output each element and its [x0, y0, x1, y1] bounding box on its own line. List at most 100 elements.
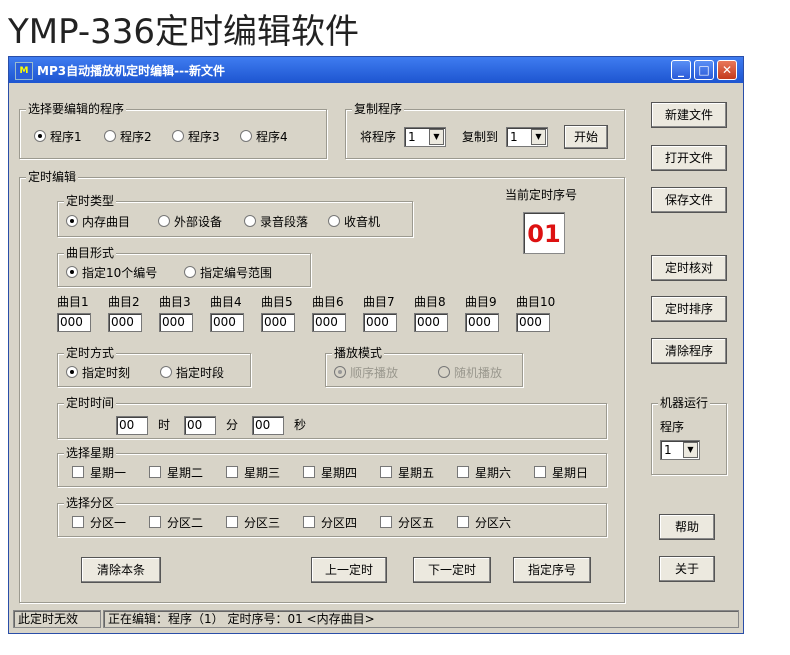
maximize-icon[interactable]: □	[694, 60, 714, 80]
zone-checkbox-1[interactable]: 分区一	[72, 516, 126, 530]
track-form-title: 曲目形式	[64, 246, 117, 260]
copy-program-title: 复制程序	[352, 102, 405, 116]
checkbox-icon	[303, 516, 315, 528]
timer-type-radio-3[interactable]: 录音段落	[244, 215, 308, 229]
machine-program-select[interactable]: 1 ▼	[660, 440, 700, 460]
weekday-checkbox-5[interactable]: 星期五	[380, 466, 434, 480]
sort-timer-button[interactable]: 定时排序	[651, 296, 727, 322]
machine-run-group: 机器运行 程序 1 ▼	[651, 396, 727, 475]
zone-checkbox-3[interactable]: 分区三	[226, 516, 280, 530]
copy-program-group: 复制程序 将程序 1 ▼ 复制到 1 ▼ 开始	[345, 102, 625, 159]
zone-checkbox-6[interactable]: 分区六	[457, 516, 511, 530]
checkbox-icon	[149, 516, 161, 528]
chevron-down-icon[interactable]: ▼	[683, 442, 698, 458]
track-form-radio-1[interactable]: 指定10个编号	[66, 266, 157, 280]
track-input[interactable]: 000	[516, 313, 550, 332]
zone-checkbox-5[interactable]: 分区五	[380, 516, 434, 530]
minute-input[interactable]: 00	[184, 416, 216, 435]
track-field-2: 曲目2 000	[108, 295, 142, 332]
weekday-checkbox-3[interactable]: 星期三	[226, 466, 280, 480]
track-form-radio-2[interactable]: 指定编号范围	[184, 266, 272, 280]
zone-label: 分区一	[90, 516, 127, 530]
timer-mode-radio-1[interactable]: 指定时刻	[66, 366, 130, 380]
title-bar[interactable]: M MP3自动播放机定时编辑---新文件 _ □ ✕	[9, 57, 743, 83]
weekday-checkbox-4[interactable]: 星期四	[303, 466, 357, 480]
clear-entry-button[interactable]: 清除本条	[81, 557, 161, 583]
minute-unit: 分	[226, 418, 239, 432]
about-button[interactable]: 关于	[659, 556, 715, 582]
save-file-button[interactable]: 保存文件	[651, 187, 727, 213]
new-file-button[interactable]: 新建文件	[651, 102, 727, 128]
zone-label: 分区二	[167, 516, 204, 530]
timer-mode-group: 定时方式 指定时刻 指定时段	[57, 346, 251, 387]
second-input[interactable]: 00	[252, 416, 284, 435]
track-input[interactable]: 000	[57, 313, 91, 332]
timer-edit-title: 定时编辑	[26, 170, 79, 184]
track-input[interactable]: 000	[465, 313, 499, 332]
clear-program-button[interactable]: 清除程序	[651, 338, 727, 364]
radio-icon	[172, 130, 184, 142]
track-input[interactable]: 000	[210, 313, 244, 332]
copy-to-select[interactable]: 1 ▼	[506, 127, 548, 147]
help-button[interactable]: 帮助	[659, 514, 715, 540]
goto-seq-button[interactable]: 指定序号	[513, 557, 591, 583]
timer-type-radio-4[interactable]: 收音机	[328, 215, 380, 229]
copy-from-select[interactable]: 1 ▼	[404, 127, 446, 147]
weekdays-group: 选择星期 星期一 星期二 星期三 星期四 星期五 星期六 星期日	[57, 446, 607, 487]
weekday-checkbox-2[interactable]: 星期二	[149, 466, 203, 480]
program-radio-3[interactable]: 程序3	[172, 130, 220, 144]
radio-icon	[244, 215, 256, 227]
timer-type-radio-2[interactable]: 外部设备	[158, 215, 222, 229]
track-input[interactable]: 000	[159, 313, 193, 332]
track-field-6: 曲目6 000	[312, 295, 346, 332]
radio-icon	[334, 366, 346, 378]
track-form-group: 曲目形式 指定10个编号 指定编号范围	[57, 246, 311, 287]
page-heading: YMP-336定时编辑软件	[8, 12, 360, 52]
zone-checkbox-4[interactable]: 分区四	[303, 516, 357, 530]
play-mode-radio-1: 顺序播放	[334, 366, 398, 380]
radio-icon	[160, 366, 172, 378]
track-label: 曲目1	[57, 295, 89, 309]
track-field-7: 曲目7 000	[363, 295, 397, 332]
track-field-1: 曲目1 000	[57, 295, 91, 332]
weekday-checkbox-7[interactable]: 星期日	[534, 466, 588, 480]
track-field-3: 曲目3 000	[159, 295, 193, 332]
weekday-label: 星期日	[552, 466, 589, 480]
next-timer-button[interactable]: 下一定时	[413, 557, 491, 583]
copy-start-button[interactable]: 开始	[564, 125, 608, 149]
radio-icon	[438, 366, 450, 378]
radio-icon	[66, 366, 78, 378]
open-file-button[interactable]: 打开文件	[651, 145, 727, 171]
app-icon[interactable]: M	[15, 62, 33, 80]
weekday-checkbox-1[interactable]: 星期一	[72, 466, 126, 480]
check-timer-button[interactable]: 定时核对	[651, 255, 727, 281]
program-radio-1[interactable]: 程序1	[34, 130, 82, 144]
minimize-icon[interactable]: _	[671, 60, 691, 80]
program-radio-4[interactable]: 程序4	[240, 130, 288, 144]
weekday-label: 星期五	[398, 466, 435, 480]
zone-checkbox-2[interactable]: 分区二	[149, 516, 203, 530]
track-input[interactable]: 000	[108, 313, 142, 332]
copy-from-label: 将程序	[360, 130, 397, 144]
track-input[interactable]: 000	[261, 313, 295, 332]
close-icon[interactable]: ✕	[717, 60, 737, 80]
hour-input[interactable]: 00	[116, 416, 148, 435]
chevron-down-icon[interactable]: ▼	[531, 129, 546, 145]
track-input[interactable]: 000	[312, 313, 346, 332]
status-validity: 此定时无效	[13, 610, 101, 628]
program-radio-2[interactable]: 程序2	[104, 130, 152, 144]
checkbox-icon	[72, 516, 84, 528]
chevron-down-icon[interactable]: ▼	[429, 129, 444, 145]
track-label: 曲目3	[159, 295, 191, 309]
track-input[interactable]: 000	[414, 313, 448, 332]
track-input[interactable]: 000	[363, 313, 397, 332]
checkbox-icon	[149, 466, 161, 478]
timer-mode-radio-2[interactable]: 指定时段	[160, 366, 224, 380]
track-label: 曲目2	[108, 295, 140, 309]
track-field-8: 曲目8 000	[414, 295, 448, 332]
weekday-label: 星期三	[244, 466, 281, 480]
prev-timer-button[interactable]: 上一定时	[311, 557, 387, 583]
second-unit: 秒	[294, 418, 307, 432]
weekday-checkbox-6[interactable]: 星期六	[457, 466, 511, 480]
timer-type-radio-1[interactable]: 内存曲目	[66, 215, 130, 229]
